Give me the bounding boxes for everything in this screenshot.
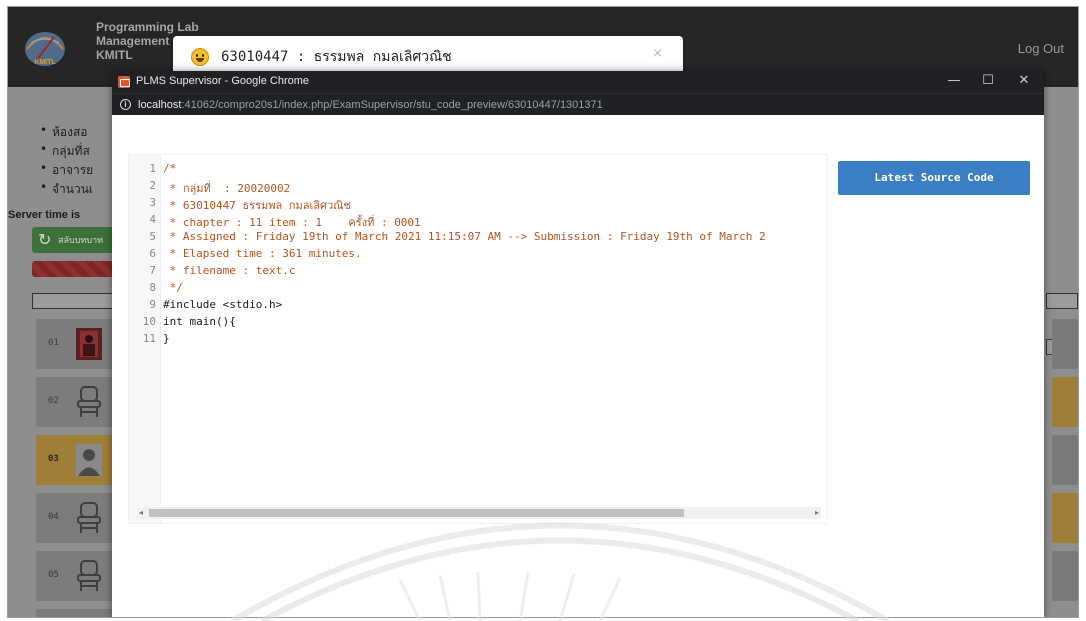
address-bar[interactable]: i localhost:41062/compro20s1/index.php/E… bbox=[112, 93, 1044, 115]
latest-source-code-button[interactable]: Latest Source Code bbox=[838, 161, 1030, 195]
refresh-icon: ↻ bbox=[38, 230, 52, 249]
code-line: int main(){ bbox=[163, 315, 236, 328]
smiley-icon bbox=[191, 48, 209, 66]
seat-card[interactable]: 01 bbox=[36, 319, 122, 369]
line-number: 5 bbox=[149, 230, 156, 243]
line-number: 10 bbox=[142, 315, 156, 328]
page-content: 1 2 3 4 5 6 7 8 9 10 11 /* * กลุ่มที่ : … bbox=[112, 115, 1044, 617]
code-preview-window: PLMS Supervisor - Google Chrome — ☐ ✕ i … bbox=[112, 71, 1044, 617]
server-time-label: Server time is bbox=[8, 209, 81, 221]
svg-text:KMITL: KMITL bbox=[34, 59, 56, 66]
line-number: 6 bbox=[149, 247, 156, 260]
code-line: * Elapsed time : 361 minutes. bbox=[163, 247, 362, 260]
student-photo-icon bbox=[76, 328, 102, 360]
line-number: 8 bbox=[149, 281, 156, 294]
code-line: * กลุ่มที่ : 20020002 bbox=[163, 182, 291, 195]
empty-chair-icon bbox=[77, 386, 101, 417]
empty-chair-icon bbox=[77, 502, 101, 533]
kmitl-logo-icon: KMITL bbox=[25, 32, 65, 66]
reorder-button[interactable]: ↻ สลับบทบาท bbox=[32, 227, 122, 253]
line-number: 2 bbox=[149, 179, 156, 192]
scroll-left-arrow-icon[interactable]: ◂ bbox=[139, 508, 143, 517]
logout-link[interactable]: Log Out bbox=[1018, 41, 1064, 56]
seat-card[interactable]: 02 bbox=[36, 377, 122, 427]
toast-text: 63010447 : ธรรมพล กมลเลิศวณิช bbox=[221, 49, 452, 65]
seat-number: 04 bbox=[48, 512, 59, 522]
seat-card[interactable]: 05 bbox=[36, 551, 122, 601]
minimize-button[interactable]: — bbox=[940, 73, 968, 91]
url-text[interactable]: localhost:41062/compro20s1/index.php/Exa… bbox=[138, 99, 603, 111]
line-number-gutter: 1 2 3 4 5 6 7 8 9 10 11 bbox=[129, 155, 161, 523]
code-line: * chapter : 11 item : 1 ครั้งที่ : 0001 bbox=[163, 216, 421, 229]
line-number: 9 bbox=[149, 298, 156, 311]
right-seat-card[interactable] bbox=[1052, 377, 1078, 427]
plms-app-icon bbox=[118, 76, 130, 88]
browser-viewport: KMITL Programming Lab Management KMITL L… bbox=[7, 6, 1079, 618]
right-seat-card[interactable] bbox=[1052, 493, 1078, 543]
scrollbar-thumb[interactable] bbox=[149, 509, 684, 517]
info-list-item: จำนวนเ bbox=[40, 180, 93, 199]
seat-number: 05 bbox=[48, 570, 59, 580]
seat-number: 02 bbox=[48, 396, 59, 406]
seat-number: 01 bbox=[48, 338, 59, 348]
avatar-icon bbox=[76, 444, 102, 476]
toast-close-button[interactable]: × bbox=[652, 46, 663, 61]
url-path: :41062/compro20s1/index.php/ExamSupervis… bbox=[181, 99, 603, 111]
close-window-button[interactable]: ✕ bbox=[1010, 73, 1038, 91]
url-host: localhost bbox=[138, 99, 182, 111]
code-line: * Assigned : Friday 19th of March 2021 1… bbox=[163, 230, 766, 243]
seat-card[interactable]: 03 bbox=[36, 435, 122, 485]
window-title: PLMS Supervisor - Google Chrome bbox=[136, 75, 310, 87]
scroll-right-arrow-icon[interactable]: ▸ bbox=[815, 508, 819, 517]
line-number: 3 bbox=[149, 196, 156, 209]
horizontal-scrollbar[interactable]: ◂ ▸ bbox=[137, 507, 821, 519]
code-line: */ bbox=[163, 281, 183, 294]
right-seat-card[interactable] bbox=[1052, 435, 1078, 485]
code-line: * 63010447 ธรรมพล กมลเลิศวณิช bbox=[163, 199, 351, 212]
right-seat-card[interactable] bbox=[1052, 319, 1078, 369]
code-line: /* bbox=[163, 162, 177, 175]
line-number: 7 bbox=[149, 264, 156, 277]
code-line: } bbox=[163, 332, 170, 345]
filter-input[interactable] bbox=[32, 293, 122, 309]
line-number: 1 bbox=[149, 162, 156, 175]
line-number: 11 bbox=[142, 332, 156, 345]
seat-card[interactable] bbox=[36, 609, 122, 617]
code-editor[interactable]: 1 2 3 4 5 6 7 8 9 10 11 /* * กลุ่มที่ : … bbox=[128, 154, 828, 524]
seat-card[interactable]: 04 bbox=[36, 493, 122, 543]
window-titlebar[interactable]: PLMS Supervisor - Google Chrome — ☐ ✕ bbox=[112, 71, 1044, 93]
reorder-label: สลับบทบาท bbox=[58, 236, 104, 246]
code-line: #include <stdio.h> bbox=[163, 298, 283, 311]
seat-number: 03 bbox=[48, 454, 59, 464]
info-list-item: อาจารย bbox=[40, 161, 93, 180]
line-number: 4 bbox=[149, 213, 156, 226]
maximize-button[interactable]: ☐ bbox=[974, 73, 1002, 91]
filter-input-right[interactable] bbox=[1046, 293, 1078, 309]
right-seat-card[interactable] bbox=[1052, 551, 1078, 601]
info-list-item: กลุ่มที่ส bbox=[40, 142, 90, 161]
student-toast: 63010447 : ธรรมพล กมลเลิศวณิช × bbox=[173, 36, 683, 76]
progress-bar bbox=[32, 261, 122, 277]
info-list-item: ห้องสอ bbox=[40, 123, 87, 142]
empty-chair-icon bbox=[77, 560, 101, 591]
brand-line-1: Programming Lab bbox=[96, 20, 199, 34]
code-line: * filename : text.c bbox=[163, 264, 296, 277]
info-icon[interactable]: i bbox=[120, 99, 131, 110]
